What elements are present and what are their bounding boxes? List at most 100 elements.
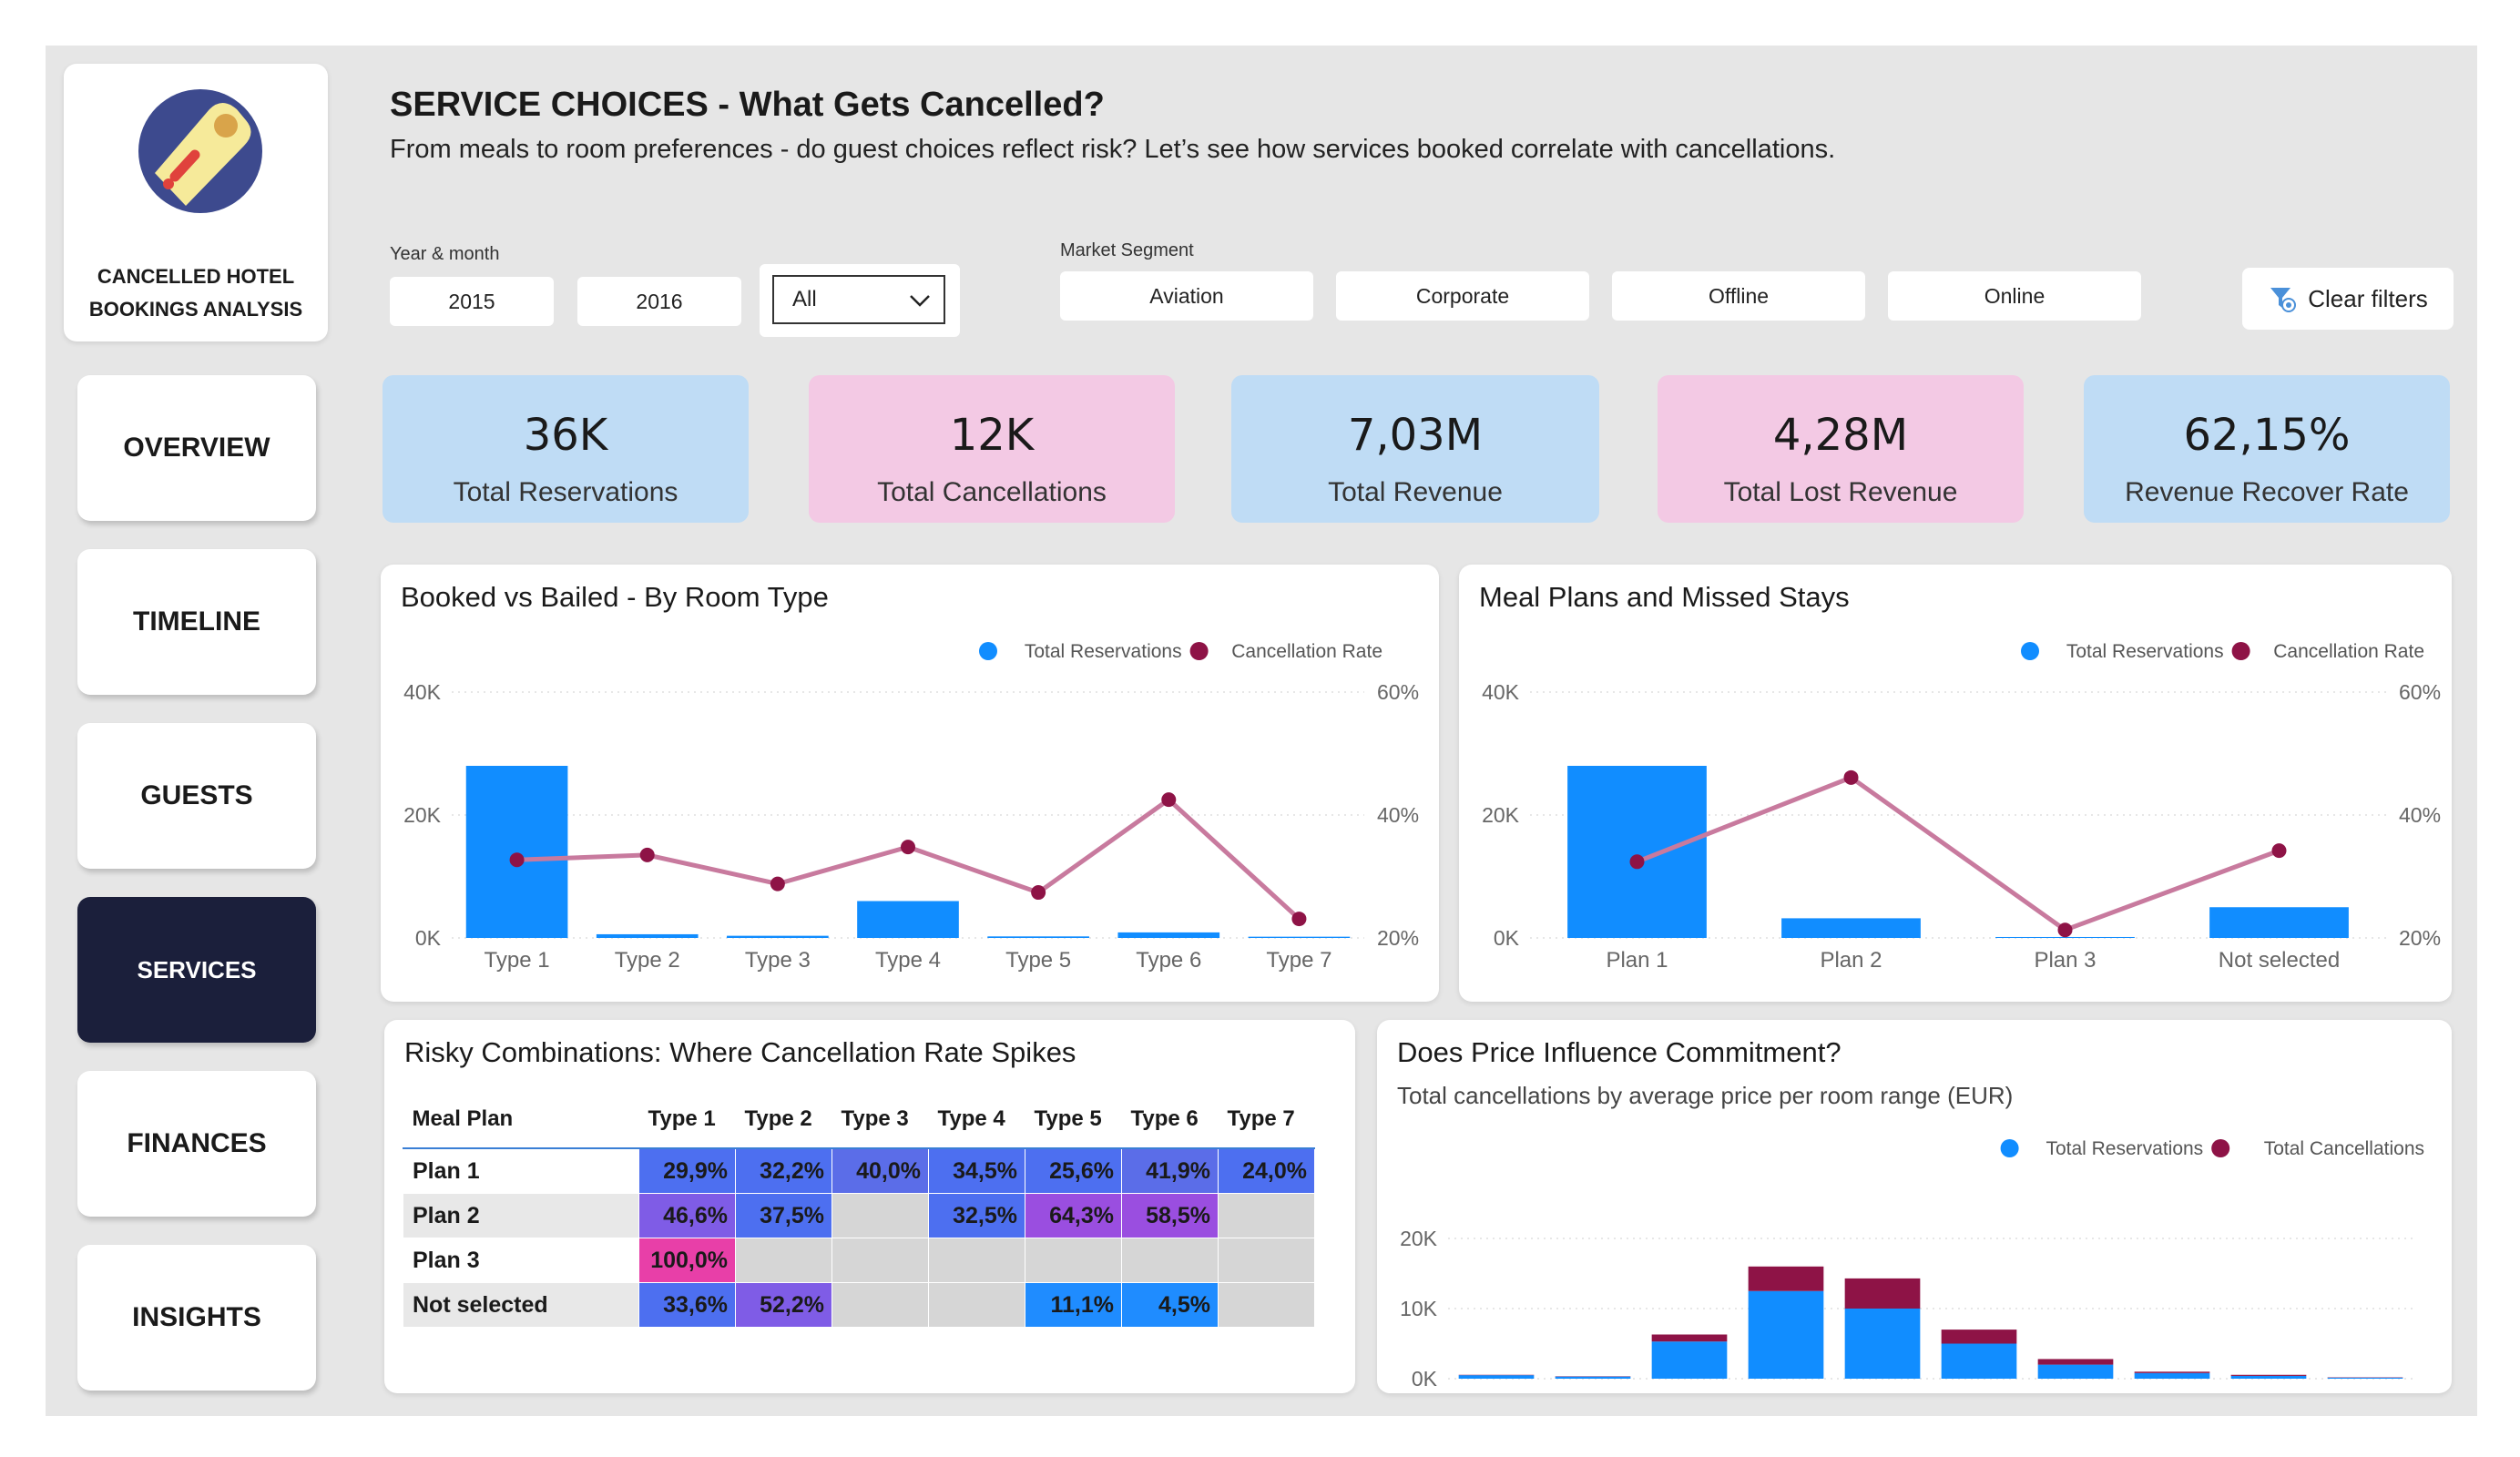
nav-insights-button[interactable]: INSIGHTS xyxy=(77,1245,316,1391)
nav-finances-button[interactable]: FINANCES xyxy=(77,1071,316,1217)
nav-guests-button[interactable]: GUESTS xyxy=(77,723,316,869)
y2-tick-label: 40% xyxy=(1377,803,1419,827)
matrix-row-label: Not selected xyxy=(403,1282,639,1328)
matrix-cell: 25,6% xyxy=(1025,1147,1122,1194)
y-tick-label: 0K xyxy=(1494,926,1520,950)
nav-services-button[interactable]: SERVICES xyxy=(77,897,316,1043)
segment-online-button[interactable]: Online xyxy=(1888,271,2141,321)
x-tick-label: 100-125 xyxy=(1842,1391,1923,1393)
kpi-total-revenue: 7,03M Total Revenue xyxy=(1231,375,1599,523)
bar xyxy=(987,936,1089,938)
kpi-value: 62,15% xyxy=(2183,410,2351,461)
matrix-cell xyxy=(1218,1282,1315,1328)
page-subtitle: From meals to room preferences - do gues… xyxy=(390,135,1836,164)
matrix-cell: 41,9% xyxy=(1121,1147,1219,1194)
x-tick-label: Plan 1 xyxy=(1606,948,1668,973)
year-2015-button[interactable]: 2015 xyxy=(390,277,554,326)
y-tick-label: 0K xyxy=(415,926,442,950)
door-hanger-logo-icon xyxy=(138,89,262,213)
kpi-value: 4,28M xyxy=(1772,410,1909,461)
x-tick-label: 125-150 xyxy=(1939,1391,2019,1393)
matrix-cell: 37,5% xyxy=(735,1193,832,1238)
kpi-value: 36K xyxy=(523,410,608,461)
matrix-cell: 52,2% xyxy=(735,1282,832,1328)
y-tick-label: 20K xyxy=(1400,1227,1438,1250)
filter-clear-icon xyxy=(2270,288,2297,312)
matrix-column-header[interactable]: Type 1 xyxy=(638,1091,736,1149)
x-tick-label: 150-175 xyxy=(2035,1391,2116,1393)
kpi-label: Total Cancellations xyxy=(877,477,1107,507)
segment-corporate-button[interactable]: Corporate xyxy=(1336,271,1589,321)
matrix-row-header[interactable]: Meal Plan xyxy=(403,1091,639,1149)
bar xyxy=(1117,932,1220,938)
kpi-total-reservations: 36K Total Reservations xyxy=(383,375,749,523)
y2-tick-label: 20% xyxy=(1377,926,1419,950)
room-type-chart: 0K 20K 40K 20% 40% 60% Type 1 Type 2 Type 3 Type … xyxy=(403,641,1419,973)
matrix-cell xyxy=(928,1282,1025,1328)
matrix-cell: 34,5% xyxy=(928,1147,1025,1194)
matrix-cell xyxy=(831,1193,929,1238)
segment-aviation-button[interactable]: Aviation xyxy=(1060,271,1313,321)
legend-label: Total Reservations xyxy=(2066,641,2224,662)
reservations-bar xyxy=(1941,1343,2017,1379)
x-tick-label: Plan 2 xyxy=(1820,948,1882,973)
kpi-value: 7,03M xyxy=(1347,410,1484,461)
legend-label: Cancellation Rate xyxy=(1231,641,1382,662)
legend-label: Total Reservations xyxy=(1025,641,1182,662)
price-chart: 0K 10K 20K 0-25 25-50 50-75 75-100 100-125 125-1… xyxy=(1400,1138,2424,1393)
cancellation-rate-line xyxy=(1636,775,2280,933)
kpi-label: Revenue Recover Rate xyxy=(2125,477,2409,507)
cancellation-rate-point xyxy=(901,840,915,855)
segment-offline-button[interactable]: Offline xyxy=(1612,271,1865,321)
y-tick-label: 20K xyxy=(403,803,442,827)
x-tick-label: Plan 3 xyxy=(2034,948,2096,973)
x-tick-label: 225-250 xyxy=(2325,1391,2405,1393)
matrix-column-header[interactable]: Type 4 xyxy=(928,1091,1025,1149)
reservations-bar xyxy=(1555,1376,1631,1379)
matrix-cell: 32,5% xyxy=(928,1193,1025,1238)
matrix-cell xyxy=(928,1238,1025,1283)
app-title-line2: BOOKINGS ANALYSIS xyxy=(88,298,303,321)
chevron-down-icon xyxy=(910,295,930,307)
y2-tick-label: 60% xyxy=(2399,680,2441,704)
y-tick-label: 10K xyxy=(1400,1297,1438,1320)
reservations-bar xyxy=(1458,1375,1535,1379)
reservations-bar xyxy=(1651,1341,1728,1379)
nav-timeline-button[interactable]: TIMELINE xyxy=(77,549,316,695)
kpi-revenue-recover-rate: 62,15% Revenue Recover Rate xyxy=(2084,375,2450,523)
dropdown-value: All xyxy=(792,287,817,311)
clear-filters-button[interactable]: Clear filters xyxy=(2242,268,2454,330)
matrix-row: Plan 2 46,6% 37,5% 32,5% 64,3% 58,5% xyxy=(403,1193,1315,1238)
kpi-total-lost-revenue: 4,28M Total Lost Revenue xyxy=(1658,375,2024,523)
matrix-column-header[interactable]: Type 3 xyxy=(831,1091,929,1149)
reservations-bar xyxy=(1748,1290,1824,1379)
cancellations-bar xyxy=(1748,1266,1824,1291)
cancellation-rate-point xyxy=(1291,912,1307,927)
matrix-column-header[interactable]: Type 7 xyxy=(1218,1091,1315,1149)
legend-marker xyxy=(1189,642,1209,660)
cancellation-rate-point xyxy=(639,847,655,862)
bar xyxy=(1248,936,1351,938)
cancellations-bar xyxy=(2230,1374,2307,1376)
reservations-bar xyxy=(2037,1364,2114,1379)
bar xyxy=(1781,918,1921,938)
logo-card: CANCELLED HOTEL BOOKINGS ANALYSIS xyxy=(64,64,328,341)
bar xyxy=(857,901,959,938)
matrix-cell: 24,0% xyxy=(1218,1147,1315,1194)
matrix-cell xyxy=(1121,1238,1219,1283)
matrix-cell xyxy=(1025,1238,1122,1283)
kpi-label: Total Reservations xyxy=(453,477,678,507)
matrix-column-header[interactable]: Type 2 xyxy=(735,1091,832,1149)
month-dropdown[interactable]: All xyxy=(772,275,945,324)
matrix-column-header[interactable]: Type 6 xyxy=(1121,1091,1219,1149)
nav-overview-button[interactable]: OVERVIEW xyxy=(77,375,316,521)
matrix-column-header[interactable]: Type 5 xyxy=(1025,1091,1122,1149)
cancellation-rate-point xyxy=(1031,885,1046,901)
reservations-bar xyxy=(1844,1309,1921,1379)
matrix-cell xyxy=(735,1238,832,1283)
year-2016-button[interactable]: 2016 xyxy=(577,277,741,326)
matrix-cell: 100,0% xyxy=(638,1238,736,1283)
x-tick-label: Type 5 xyxy=(1005,948,1071,973)
legend-label: Total Reservations xyxy=(2046,1138,2203,1159)
clear-filters-label: Clear filters xyxy=(2308,284,2428,312)
